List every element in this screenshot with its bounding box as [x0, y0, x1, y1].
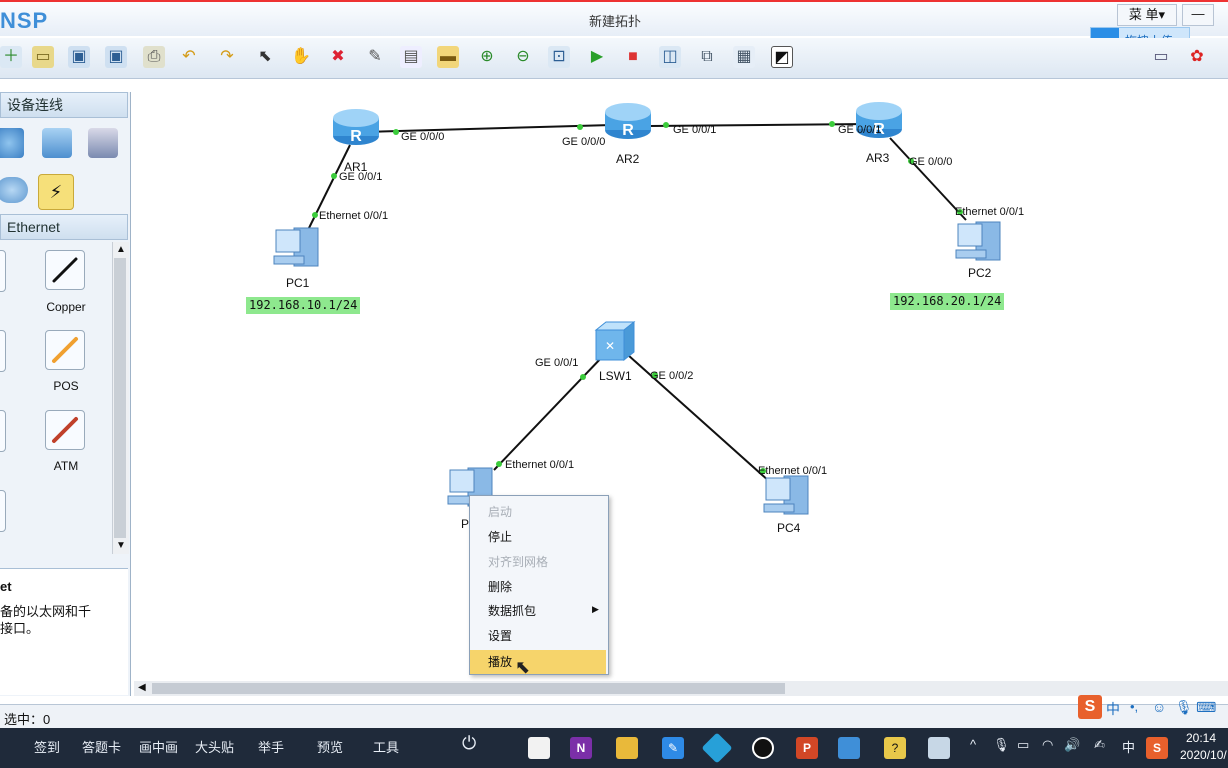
taskbar-item[interactable]: 画中画 — [139, 737, 178, 756]
pc-icon — [273, 227, 319, 267]
tray-expand-icon[interactable]: ^ — [970, 737, 976, 752]
router-ar1[interactable]: R — [332, 108, 380, 146]
port-dot — [331, 173, 337, 179]
port-dot — [580, 374, 586, 380]
context-menu: 启动 停止 对齐到网格 删除 数据抓包 ▶ 设置 播放 — [469, 495, 609, 675]
pc-pc4[interactable] — [762, 470, 814, 520]
menu-item-play[interactable]: 播放 — [470, 650, 606, 674]
pen-icon[interactable]: ✍ — [1094, 737, 1105, 753]
clock-time[interactable]: 20:14 — [1186, 731, 1216, 745]
menu-item-align-grid[interactable]: 对齐到网格 — [470, 550, 606, 574]
device-name-pc3: P — [461, 517, 470, 531]
help-icon[interactable]: ? — [884, 737, 906, 759]
port-label: GE 0/0/0 — [562, 136, 606, 148]
switch-lsw1[interactable]: ✕ — [592, 320, 636, 362]
svg-text:✕: ✕ — [605, 339, 615, 353]
device-name-ar3: AR3 — [866, 151, 890, 165]
sogou-ime-icon[interactable]: S — [1078, 695, 1102, 719]
window-app-icon[interactable] — [928, 737, 950, 759]
port-label: Ethernet 0/0/1 — [319, 210, 389, 222]
taskbar-item[interactable]: 预览 — [317, 737, 343, 756]
device-name-pc1: PC1 — [286, 276, 310, 290]
ensp-icon[interactable] — [838, 737, 860, 759]
taskbar-item[interactable]: 签到 — [34, 737, 60, 756]
menu-item-settings[interactable]: 设置 — [470, 624, 606, 648]
svg-text:R: R — [622, 122, 634, 139]
folder-icon[interactable] — [616, 737, 638, 759]
taskbar-item[interactable]: 答题卡 — [82, 737, 121, 756]
port-dot — [312, 212, 318, 218]
canvas-hscroll-thumb[interactable] — [152, 683, 785, 694]
edit-app-icon[interactable]: ✎ — [662, 737, 684, 759]
device-name-pc4: PC4 — [777, 521, 801, 535]
port-dot — [663, 122, 669, 128]
powerpoint-icon[interactable]: P — [796, 737, 818, 759]
menu-item-delete[interactable]: 删除 — [470, 575, 606, 599]
taskbar: 签到 答题卡 画中画 大头贴 举手 预览 工具 ⏻ N ✎ P ? ^ 🎙 ▭ … — [0, 728, 1228, 768]
device-name-lsw1: LSW1 — [599, 369, 632, 383]
port-label: GE 0/0/1 — [673, 124, 717, 136]
router-ar2[interactable]: R — [604, 102, 652, 140]
port-label: Ethernet 0/0/1 — [758, 465, 828, 477]
port-label: GE 0/0/1 — [838, 124, 882, 136]
switch-icon: ✕ — [594, 320, 636, 362]
pc-pc1[interactable] — [272, 222, 324, 272]
port-label: GE 0/0/2 — [650, 370, 694, 382]
ime-keyboard-icon[interactable]: ⌨ — [1196, 699, 1216, 716]
submenu-arrow-icon: ▶ — [592, 604, 599, 614]
menu-item-capture[interactable]: 数据抓包 — [470, 599, 606, 623]
ime-mode-label[interactable]: 中 — [1106, 699, 1120, 719]
menu-item-stop[interactable]: 停止 — [470, 525, 606, 549]
port-label: Ethernet 0/0/1 — [955, 206, 1025, 218]
device-name-pc2: PC2 — [968, 266, 992, 280]
port-dot — [577, 124, 583, 130]
scroll-left-icon[interactable]: ◀ — [138, 682, 146, 693]
ime-punct-icon[interactable]: •, — [1130, 699, 1138, 714]
pc-pc2[interactable] — [954, 216, 1006, 266]
volume-icon[interactable]: 🔊 — [1064, 737, 1080, 753]
ip-label-pc1: 192.168.10.1/24 — [246, 297, 361, 314]
pc-icon — [955, 221, 1001, 261]
mic-icon[interactable]: 🎙 — [993, 737, 1010, 753]
mouse-cursor-icon: ⬉ — [515, 657, 531, 677]
router-icon: R — [333, 109, 379, 145]
wifi-icon[interactable]: ◠ — [1042, 737, 1053, 753]
taskbar-item[interactable]: 大头贴 — [195, 737, 234, 756]
record-icon[interactable] — [752, 737, 774, 759]
taskbar-item[interactable]: 工具 — [373, 737, 399, 756]
ip-label-pc2: 192.168.20.1/24 — [890, 293, 1005, 310]
taskbar-item[interactable]: 举手 — [258, 737, 284, 756]
pc-icon — [763, 475, 809, 515]
device-name-ar2: AR2 — [616, 152, 640, 166]
status-bar: 选中：0 S 中 •, ☺ 🎙 ⌨ — [0, 695, 1228, 729]
sogou-tray-icon[interactable]: S — [1146, 737, 1168, 759]
selection-status: 选中：0 — [4, 712, 51, 727]
svg-text:R: R — [350, 128, 362, 145]
port-label: Ethernet 0/0/1 — [505, 459, 575, 471]
port-dot — [829, 121, 835, 127]
router-icon: R — [605, 103, 651, 139]
onenote-icon[interactable]: N — [570, 737, 592, 759]
menu-item-start[interactable]: 启动 — [470, 500, 606, 524]
port-label: GE 0/0/0 — [401, 131, 445, 143]
file-icon[interactable] — [528, 737, 550, 759]
clock-date[interactable]: 2020/10/ — [1180, 748, 1227, 762]
battery-icon[interactable]: ▭ — [1017, 737, 1029, 753]
power-icon[interactable]: ⏻ — [462, 733, 476, 754]
port-label: GE 0/0/0 — [909, 156, 953, 168]
app-icon[interactable] — [701, 732, 733, 764]
port-dot — [393, 129, 399, 135]
tray-lang[interactable]: 中 — [1122, 737, 1135, 756]
port-label: GE 0/0/1 — [535, 357, 579, 369]
port-label: GE 0/0/1 — [339, 171, 383, 183]
ime-voice-icon[interactable]: 🎙 — [1175, 699, 1193, 716]
ime-emoji-icon[interactable]: ☺ — [1152, 699, 1166, 715]
